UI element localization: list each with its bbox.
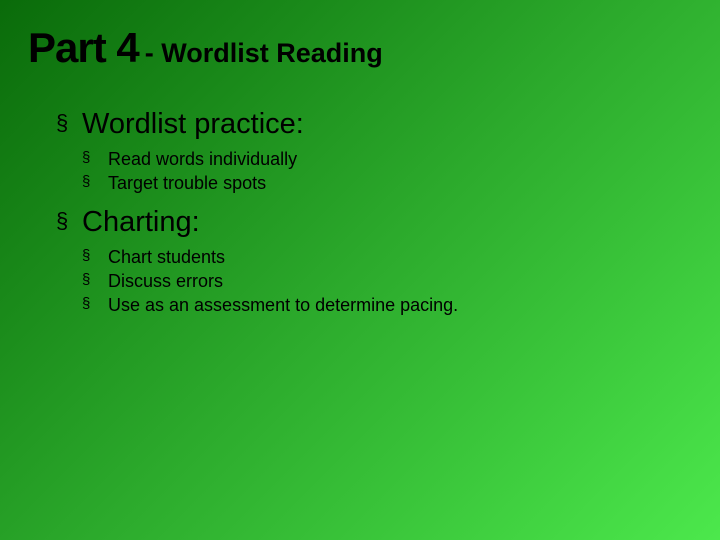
slide: Part 4- Wordlist Reading Wordlist practi… [0, 0, 720, 540]
slide-title: Part 4- Wordlist Reading [28, 24, 692, 72]
list-item: Read words individually [82, 147, 692, 171]
title-main: Part 4 [28, 24, 139, 71]
section-heading-text: Charting: [82, 206, 200, 238]
bullet-level2: Read words individually Target trouble s… [82, 147, 692, 196]
list-item: Target trouble spots [82, 171, 692, 195]
list-item: Discuss errors [82, 269, 692, 293]
section-heading-text: Wordlist practice: [82, 108, 304, 140]
slide-content: Wordlist practice: Read words individual… [28, 108, 692, 317]
section-heading: Charting: [56, 206, 692, 239]
bullet-level1: Wordlist practice: [56, 108, 692, 141]
bullet-level2: Chart students Discuss errors Use as an … [82, 245, 692, 318]
title-sub: - Wordlist Reading [145, 38, 383, 68]
bullet-level1: Charting: [56, 206, 692, 239]
section-heading: Wordlist practice: [56, 108, 692, 141]
list-item: Use as an assessment to determine pacing… [82, 293, 692, 317]
list-item: Chart students [82, 245, 692, 269]
